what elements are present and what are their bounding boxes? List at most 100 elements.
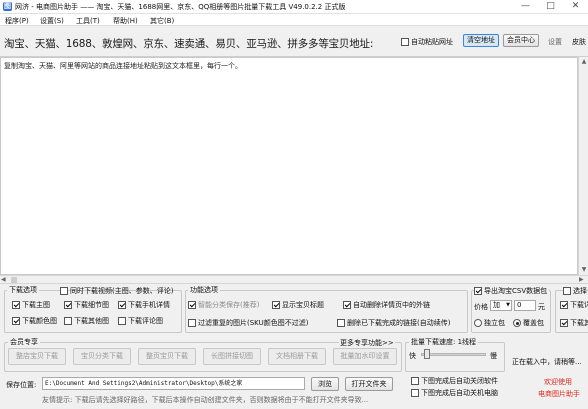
remove-external-links-option[interactable]: 自动删除详情页中的外链 [343,300,430,310]
download-other-extra-option[interactable]: 下载其 [560,318,588,328]
download-main-image-label: 下载主图 [22,301,50,309]
smart-category-checkbox[interactable] [188,301,196,309]
clear-url-button[interactable]: 清空地址 [463,34,499,47]
independent-package-radio[interactable] [474,319,482,327]
auto-paste-option[interactable]: 自动粘贴网址 [401,37,453,47]
save-path-input[interactable]: E:\Document And Settings2\Administrator\… [42,377,305,390]
menu-settings[interactable]: 设置(S) [40,16,64,26]
download-main-image-checkbox[interactable] [12,301,20,309]
auto-paste-checkbox[interactable] [401,38,409,46]
maximize-button[interactable]: □ [538,0,563,14]
album-download-button[interactable]: 文档相册下载 [268,348,326,365]
delete-finished-links-option[interactable]: 删除已下载完成的链接(自动续传) [337,318,450,328]
download-detail-extra-checkbox[interactable] [560,301,568,309]
welcome-text: 欢迎使用 [544,378,572,386]
sync-video-checkbox[interactable] [60,287,68,295]
page-download-button[interactable]: 整页宝贝下载 [138,348,196,365]
download-detail-extra-option[interactable]: 下载详 [560,300,588,310]
menu-bar: 程序(P) 设置(S) 工具(T) 帮助(H) 其它(B) [0,14,588,26]
long-image-button[interactable]: 长图拼接切图 [203,348,261,365]
close-button[interactable]: ✕ [563,0,588,14]
hscroll-thumb[interactable] [11,277,17,283]
scroll-down-icon[interactable]: ▼ [580,265,588,274]
delete-finished-links-label: 删除已下载完成的链接(自动续传) [347,319,451,327]
select-checkbox[interactable] [563,287,571,295]
open-folder-button[interactable]: 打开文件夹 [345,377,393,391]
filter-duplicates-checkbox[interactable] [188,319,196,327]
thread-slider-thumb[interactable] [423,349,430,359]
more-features-link[interactable]: 更多专享功能>> [339,338,395,348]
scroll-up-icon[interactable]: ▲ [580,57,588,66]
remove-external-links-checkbox[interactable] [343,301,351,309]
window-title: 网济 - 电商图片助手 —— 淘宝、天猫、1688网里、京东、QQ相册等图片批量… [15,3,346,11]
menu-help[interactable]: 帮助(H) [113,16,138,26]
skin-link[interactable]: 皮肤 [572,37,586,47]
app-name-text: 电商图片助手 [538,390,580,398]
delete-finished-links-checkbox[interactable] [337,319,345,327]
auto-close-checkbox[interactable] [411,377,419,385]
download-color-image-checkbox[interactable] [12,317,20,325]
download-detail-image-option[interactable]: 下载细节图 [64,300,109,310]
download-review-image-checkbox[interactable] [118,317,126,325]
download-mobile-detail-label: 下载手机详情 [128,301,170,309]
speed-fast-label: 快 [409,352,416,360]
select-option[interactable]: 选择 [563,286,587,296]
url-bar: 淘宝、天猫、1688、敦煌网、京东、速卖通、易贝、亚马逊、拼多多等宝贝地址: 自… [0,26,588,57]
download-other-image-checkbox[interactable] [64,317,72,325]
download-other-extra-checkbox[interactable] [560,319,568,327]
scroll-right-icon[interactable]: ▶ [579,276,584,283]
auto-close-label: 下图完成后自动关闭软件 [421,377,498,385]
save-location-label: 保存位置: [6,381,37,389]
url-bar-label: 淘宝、天猫、1688、敦煌网、京东、速卖通、易贝、亚马逊、拼多多等宝贝地址: [4,38,374,50]
merge-package-radio[interactable] [513,319,521,327]
whole-shop-download-button[interactable]: 整店宝贝下载 [8,348,66,365]
minimize-button[interactable]: — [513,0,538,14]
category-download-button[interactable]: 宝贝分类下载 [73,348,131,365]
app-icon: 图 [3,2,12,11]
merge-package-option[interactable]: 覆盖包 [513,318,544,328]
vertical-scrollbar[interactable]: ▲ ▼ [578,57,588,275]
loading-status: 正在载入中，请稍等... [512,358,582,366]
auto-shutdown-checkbox[interactable] [411,389,419,397]
thread-slider-track[interactable] [421,353,486,356]
settings-link[interactable]: 设置 [548,37,562,47]
export-csv-checkbox[interactable] [474,287,482,295]
textarea-placeholder: 复制淘宝、天猫、阿里等网站的商品连接地址粘贴到这文本框里，每行一个。 [4,62,242,70]
auto-shutdown-option[interactable]: 下图完成后自动关机电脑 [411,388,498,398]
export-csv-label: 导出淘宝CSV数据包 [484,287,548,295]
horizontal-scrollbar[interactable]: ◀ ▶ [0,275,588,284]
member-center-button[interactable]: 会员中心 [503,34,539,47]
auto-paste-label: 自动粘贴网址 [411,38,453,46]
watermark-settings-button[interactable]: 批量加水印设置 [333,348,397,365]
menu-tools[interactable]: 工具(T) [76,16,100,26]
price-value-input[interactable]: 0 [514,300,536,311]
show-title-checkbox[interactable] [272,301,280,309]
download-detail-image-label: 下载细节图 [74,301,109,309]
price-operator-dropdown[interactable]: 加 ▼ [490,300,512,311]
menu-program[interactable]: 程序(P) [5,16,29,26]
smart-category-option[interactable]: 智能分类保存(推荐) [188,300,259,310]
remove-external-links-label: 自动删除详情页中的外链 [353,301,430,309]
sync-video-option[interactable]: 同时下载视频(主图、参数、评论) [60,286,173,296]
download-detail-image-checkbox[interactable] [64,301,72,309]
tip-text: 友情提示: 下载后请先选择好路径，下载后本操作自动创建文件夹，否则数据将由于不能… [42,396,369,404]
download-mobile-detail-checkbox[interactable] [118,301,126,309]
url-textarea[interactable]: 复制淘宝、天猫、阿里等网站的商品连接地址粘贴到这文本框里，每行一个。 [0,57,578,275]
sync-video-label: 同时下载视频(主图、参数、评论) [70,287,174,295]
menu-other[interactable]: 其它(B) [150,16,174,26]
download-review-image-option[interactable]: 下载评论图 [118,316,163,326]
scroll-left-icon[interactable]: ◀ [1,276,6,283]
auto-shutdown-label: 下图完成后自动关机电脑 [421,389,498,397]
filter-duplicates-option[interactable]: 过滤重复的图片(SKU颜色图不过滤) [188,318,308,328]
export-csv-option[interactable]: 导出淘宝CSV数据包 [474,286,550,296]
download-color-image-option[interactable]: 下载颜色图 [12,316,57,326]
download-mobile-detail-option[interactable]: 下载手机详情 [118,300,170,310]
price-unit: 元 [538,303,545,311]
download-other-image-option[interactable]: 下载其他图 [64,316,109,326]
show-title-option[interactable]: 显示宝贝标题 [272,300,324,310]
browse-button[interactable]: 浏览 [311,377,339,391]
independent-package-option[interactable]: 独立包 [474,318,505,328]
download-main-image-option[interactable]: 下载主图 [12,300,50,310]
auto-close-option[interactable]: 下图完成后自动关闭软件 [411,376,498,386]
download-color-image-label: 下载颜色图 [22,317,57,325]
